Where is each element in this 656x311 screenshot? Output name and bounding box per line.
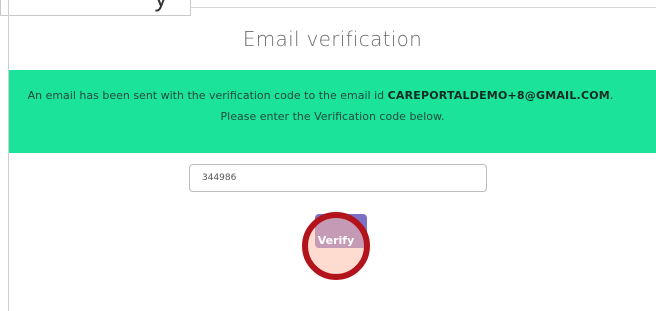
banner-message-prefix: An email has been sent with the verifica… — [27, 89, 388, 102]
page-title: Email verification — [242, 27, 423, 51]
header-tab[interactable]: y — [0, 0, 191, 16]
verify-button-area: Verify — [302, 212, 372, 282]
banner-instruction: Please enter the Verification code below… — [220, 110, 445, 123]
banner-message: An email has been sent with the verifica… — [0, 89, 644, 102]
email-verification-page: y Email verification An email has been s… — [0, 0, 656, 311]
top-divider — [190, 7, 656, 8]
verify-button[interactable] — [315, 214, 367, 248]
tab-label: y — [155, 0, 169, 13]
verification-code-input[interactable] — [189, 164, 487, 192]
info-banner: An email has been sent with the verifica… — [9, 70, 656, 153]
banner-message-suffix: . — [609, 89, 614, 102]
banner-email: CAREPORTALDEMO+8@GMAIL.COM — [387, 89, 610, 102]
